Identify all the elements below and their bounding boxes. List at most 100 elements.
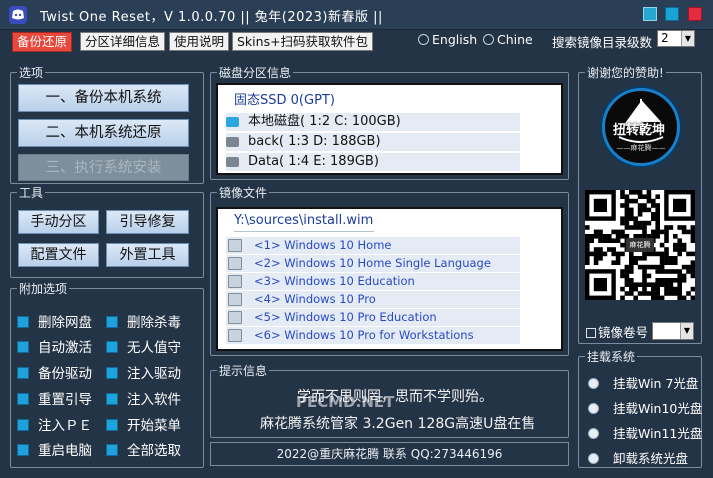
disk-list: 固态SSD 0(GPT) 本地磁盘( 1:2 C: 100GB) back( 1… [216,83,563,175]
qr-center-label: 麻花腾 [626,238,654,252]
search-depth-select[interactable]: 2 ▼ [657,30,695,47]
checkbox-icon [106,393,118,405]
option-inject-software[interactable]: 注入软件 [106,388,181,408]
app-logo-icon [9,6,27,24]
options-title: 选项 [17,64,46,81]
image-file-title: 镜像文件 [217,184,270,201]
image-row[interactable]: <4> Windows 10 Pro [226,291,520,308]
image-file-group: 镜像文件 Y:\sources\install.wim <1> Windows … [210,184,569,356]
disk-header: 固态SSD 0(GPT) [234,93,335,108]
option-auto-activate[interactable]: 自动激活 [17,336,92,356]
image-list: Y:\sources\install.wim <1> Windows 10 Ho… [216,207,563,351]
option-unattended[interactable]: 无人值守 [106,336,181,356]
partition-row[interactable]: back( 1:3 D: 188GB) [226,133,520,151]
chevron-down-icon: ▼ [680,323,693,339]
checkbox-icon [106,316,118,328]
tools-group: 工具 手动分区 引导修复 配置文件 外置工具 [10,184,204,278]
checkbox-icon [586,328,596,338]
extra-options-title: 附加选项 [17,280,70,297]
disc-image-icon [228,275,242,288]
title-bar: Twist One Reset，V 1.0.0.70 || 兔年(2023)新春… [0,0,713,30]
option-reset-boot[interactable]: 重置引导 [17,388,92,408]
option-backup-drivers[interactable]: 备份驱动 [17,362,92,382]
language-chinese-radio[interactable]: Chine [483,32,533,47]
unmount-option[interactable]: 卸载系统光盘 [588,448,688,467]
checkbox-icon [106,341,118,353]
minimize-button[interactable] [643,7,657,21]
checkbox-icon [17,393,29,405]
image-row[interactable]: <2> Windows 10 Home Single Language [226,255,520,272]
image-row[interactable]: <1> Windows 10 Home [226,237,520,254]
extra-options-group: 附加选项 删除网盘 删除杀毒 自动激活 无人值守 备份驱动 注入驱动 重置引导 … [10,280,204,468]
boot-repair-button[interactable]: 引导修复 [106,210,189,234]
image-row[interactable]: <6> Windows 10 Pro for Workstations [226,327,520,344]
maximize-button[interactable] [665,7,679,21]
external-tools-button[interactable]: 外置工具 [106,243,189,267]
tab-skins-qr[interactable]: Skins+扫码获取软件包 [232,32,374,51]
mount-win11-option[interactable]: 挂载Win11光盘 [588,423,702,442]
tab-partition-details[interactable]: 分区详细信息 [80,32,166,51]
radio-icon [418,34,429,45]
tip-line-2: 麻花腾系统管家 3.2Gen 128G高速U盘在售 [260,416,536,432]
radio-icon [588,403,599,414]
option-delete-antivirus[interactable]: 删除杀毒 [106,311,181,331]
option-inject-pe[interactable]: 注入ＰＥ [17,414,92,434]
radio-icon [588,453,599,464]
option-start-menu[interactable]: 开始菜单 [106,414,181,434]
checkbox-icon [106,444,118,456]
window-title: Twist One Reset，V 1.0.0.70 || 兔年(2023)新春… [40,10,383,25]
options-group: 选项 一、备份本机系统 二、本机系统还原 三、执行系统安装 [10,64,204,184]
volume-select[interactable]: ▼ [652,322,694,340]
checkbox-icon [17,444,29,456]
disc-image-icon [228,329,242,342]
close-button[interactable] [688,7,702,21]
search-depth-label: 搜索镜像目录级数 [552,35,653,50]
tab-backup-restore[interactable]: 备份还原 [12,32,73,52]
radio-icon [483,34,494,45]
manual-partition-button[interactable]: 手动分区 [18,210,99,234]
windows-drive-icon [226,117,239,127]
option-select-all[interactable]: 全部选取 [106,439,181,459]
checkbox-icon [17,367,29,379]
checkbox-icon [106,367,118,379]
disc-image-icon [228,239,242,252]
install-system-button[interactable]: 三、执行系统安装 [18,154,189,181]
backup-system-button[interactable]: 一、备份本机系统 [18,84,189,112]
drive-icon [226,157,239,167]
radio-icon [588,378,599,389]
sponsor-title: 谢谢您的赞助! [585,64,666,81]
mount-win10-option[interactable]: 挂载Win10光盘 [588,398,702,417]
image-row[interactable]: <5> Windows 10 Pro Education [226,309,520,326]
image-path: Y:\sources\install.wim [234,213,374,228]
disk-info-group: 磁盘分区信息 固态SSD 0(GPT) 本地磁盘( 1:2 C: 100GB) … [210,64,569,180]
disc-image-icon [228,293,242,306]
partition-row[interactable]: Data( 1:4 E: 189GB) [226,153,520,171]
option-inject-drivers[interactable]: 注入驱动 [106,362,181,382]
disk-info-title: 磁盘分区信息 [217,64,294,81]
mount-win7-option[interactable]: 挂载Win 7光盘 [588,373,698,392]
config-file-button[interactable]: 配置文件 [18,243,99,267]
partition-row[interactable]: 本地磁盘( 1:2 C: 100GB) [226,113,520,131]
tips-title: 提示信息 [217,362,270,379]
logo-text: 扭转乾坤 [613,123,666,138]
volume-checkbox[interactable]: 镜像卷号 [586,322,648,341]
divider [234,231,374,232]
mount-title: 挂载系统 [585,348,638,365]
language-english-radio[interactable]: English [418,32,477,47]
checkbox-icon [17,316,29,328]
qr-code: 麻花腾 [585,190,696,301]
image-row[interactable]: <3> Windows 10 Education [226,273,520,290]
option-restart-pc[interactable]: 重启电脑 [17,439,92,459]
tools-title: 工具 [17,184,46,201]
checkbox-icon [17,419,29,431]
brand-logo: 扭转乾坤 ——麻花腾—— [602,88,680,166]
checkbox-icon [17,341,29,353]
watermark-text: PECMD.NET [296,393,395,411]
checkbox-icon [106,419,118,431]
footer-contact: 2022@重庆麻花腾 联系 QQ:273446196 [210,442,569,466]
logo-subtitle: ——麻花腾—— [616,144,666,152]
option-delete-netdisk[interactable]: 删除网盘 [17,311,92,331]
radio-icon [588,428,599,439]
tab-usage[interactable]: 使用说明 [169,32,230,51]
restore-system-button[interactable]: 二、本机系统还原 [18,119,189,147]
